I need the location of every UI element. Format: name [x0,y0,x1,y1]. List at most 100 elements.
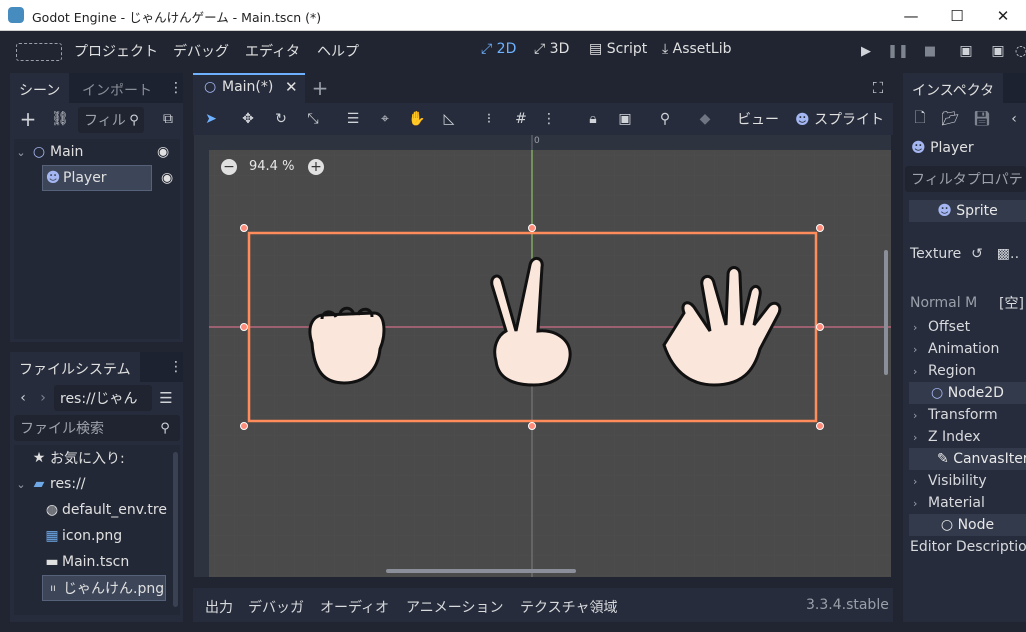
normal-map-property[interactable]: Normal M [910,292,977,314]
file-row-selected[interactable]: ıı じゃんけん.png [42,575,166,601]
scale-tool-icon[interactable]: ⤡ [303,109,323,129]
inspected-object[interactable]: ☻ Player [911,140,974,156]
group-offset[interactable]: › Offset [913,316,970,338]
minimize-button[interactable]: — [888,0,934,31]
pan-tool-icon[interactable]: ✋ [407,109,427,129]
play-custom-scene-icon[interactable]: ▣ [987,41,1009,61]
move-tool-icon[interactable]: ✥ [238,109,258,129]
3d-icon: ⤢ [534,41,550,57]
sprite-menu[interactable]: ☻ スプライト [795,109,884,129]
dock-menu-icon[interactable]: ⋮ [169,78,183,98]
section-node[interactable]: ○ Node [909,514,1026,536]
group-z-index[interactable]: › Z Index [913,426,981,448]
settings-icon[interactable]: ◌ [1015,41,1026,61]
tab-inspector[interactable]: インスペクタ [903,73,1004,103]
close-tab-icon[interactable]: ✕ [285,78,298,96]
section-sprite[interactable]: ☻ Sprite [909,200,1026,222]
split-view-icon[interactable]: ☰ [156,388,176,408]
chevron-down-icon[interactable]: ⌄ [14,146,28,159]
janken-sprite-image[interactable] [194,135,891,577]
tab-import[interactable]: インポート [73,73,161,103]
globe-icon: ◍ [45,502,59,518]
list-select-icon[interactable]: ☰ [343,109,363,129]
tab-debugger[interactable]: デバッガ [248,597,304,617]
workspace-2d[interactable]: ⤢ 2D [481,41,516,57]
path-field[interactable]: res://じゃん [54,385,152,411]
play-icon[interactable]: ▶ [856,41,876,61]
select-tool-icon[interactable]: ➤ [201,109,221,129]
tab-audio[interactable]: オーディオ [320,597,389,617]
group-region[interactable]: › Region [913,360,976,382]
canvas-viewport[interactable]: 0 − 94.4 % + [194,135,891,577]
visibility-eye-icon[interactable]: ◉ [157,144,169,160]
property-filter-input[interactable]: フィルタプロパテ [905,166,1026,192]
instance-scene-icon[interactable]: ⧉ [156,108,180,130]
menu-editor[interactable]: エディタ [245,41,300,61]
file-row[interactable]: ◍ default_env.tre [42,497,167,523]
menu-help[interactable]: ヘルプ [317,41,359,61]
tab-animation[interactable]: アニメーション [406,597,503,617]
res-root-row[interactable]: ⌄ ▰ res:// [14,471,85,497]
viewport-h-scrollbar[interactable] [386,569,576,573]
lock-icon[interactable]: 🔒︎ [583,109,603,129]
workspace-3d[interactable]: ⤢ 3D [534,41,569,57]
camera-override-icon[interactable]: ◆ [695,109,715,129]
maximize-button[interactable]: ☐ [934,0,980,31]
open-folder-icon[interactable]: 📂︎ [941,109,959,129]
chevron-down-icon[interactable]: ⌄ [14,478,28,491]
pivot-tool-icon[interactable]: ⌖ [375,109,395,129]
file-row[interactable]: ▬ Main.tscn [42,549,129,575]
workspace-assetlib[interactable]: ⤓ AssetLib [662,41,731,57]
group-transform[interactable]: › Transform [913,404,998,426]
grid-snap-icon[interactable]: # [511,109,531,129]
tab-filesystem[interactable]: ファイルシステム [10,352,140,382]
link-icon[interactable]: ⛓ [48,108,72,130]
texture-preview-icon[interactable]: ▩‥ [994,245,1022,263]
view-menu[interactable]: ビュー [737,109,779,129]
save-icon[interactable]: 💾︎ [973,109,991,129]
editor-description-property[interactable]: Editor Description [910,536,1026,558]
section-node2d[interactable]: ○ Node2D [909,382,1026,404]
snap-options-icon[interactable]: ⋮ [542,109,556,129]
file-label: じゃんけん.png [63,581,165,597]
file-row[interactable]: ▦ icon.png [42,523,122,549]
fullscreen-icon[interactable]: ⛶ [869,79,887,97]
tab-output[interactable]: 出力 [205,597,233,617]
visibility-eye-icon[interactable]: ◉ [161,170,173,186]
section-canvasitem[interactable]: ✎ CanvasIter [909,448,1026,470]
menu-debug[interactable]: デバッグ [173,41,229,61]
close-window-button[interactable]: ✕ [980,0,1026,31]
ruler-tool-icon[interactable]: ◺ [439,109,459,129]
group-visibility[interactable]: › Visibility [913,470,987,492]
workspace-script[interactable]: ▤ Script [589,41,647,57]
group-material[interactable]: › Material [913,492,985,514]
normal-map-value[interactable]: [空] [999,292,1024,314]
rock-hand-icon [308,306,386,385]
dock-menu-icon[interactable]: ⋮ [169,357,183,377]
pause-icon[interactable]: ❚❚ [887,41,909,61]
revert-icon[interactable]: ↺ [970,245,984,263]
texture-property[interactable]: Texture [910,243,961,265]
group-icon[interactable]: ▣ [615,109,635,129]
tab-scene[interactable]: シーン [10,73,70,103]
add-node-icon[interactable]: + [16,107,40,131]
back-icon[interactable]: ‹ [16,388,30,408]
bone-icon[interactable]: ⚲ [655,109,675,129]
favorites-row[interactable]: ★ お気に入り: [28,445,125,471]
stop-icon[interactable]: ■ [920,41,940,61]
new-scene-tab-icon[interactable]: + [311,76,329,100]
forward-icon[interactable]: › [36,388,50,408]
menu-project[interactable]: プロジェクト [74,41,158,61]
scene-tab-main[interactable]: ○ Main(*) ✕ [193,73,305,103]
history-back-icon[interactable]: ‹ [1007,109,1021,129]
group-animation[interactable]: › Animation [913,338,999,360]
tree-node-main[interactable]: ⌄ ○ Main ◉ [14,139,180,165]
smart-snap-icon[interactable]: ⁝ [479,109,499,129]
tree-node-player[interactable]: ☻ Player [42,165,152,191]
tab-texture-region[interactable]: テクスチャ領域 [520,597,617,617]
rotate-tool-icon[interactable]: ↻ [271,109,291,129]
new-resource-icon[interactable]: 🗋︎ [911,109,929,129]
file-tree-scrollbar[interactable] [173,452,178,607]
viewport-v-scrollbar[interactable] [884,250,888,375]
play-scene-icon[interactable]: ▣ [955,41,977,61]
